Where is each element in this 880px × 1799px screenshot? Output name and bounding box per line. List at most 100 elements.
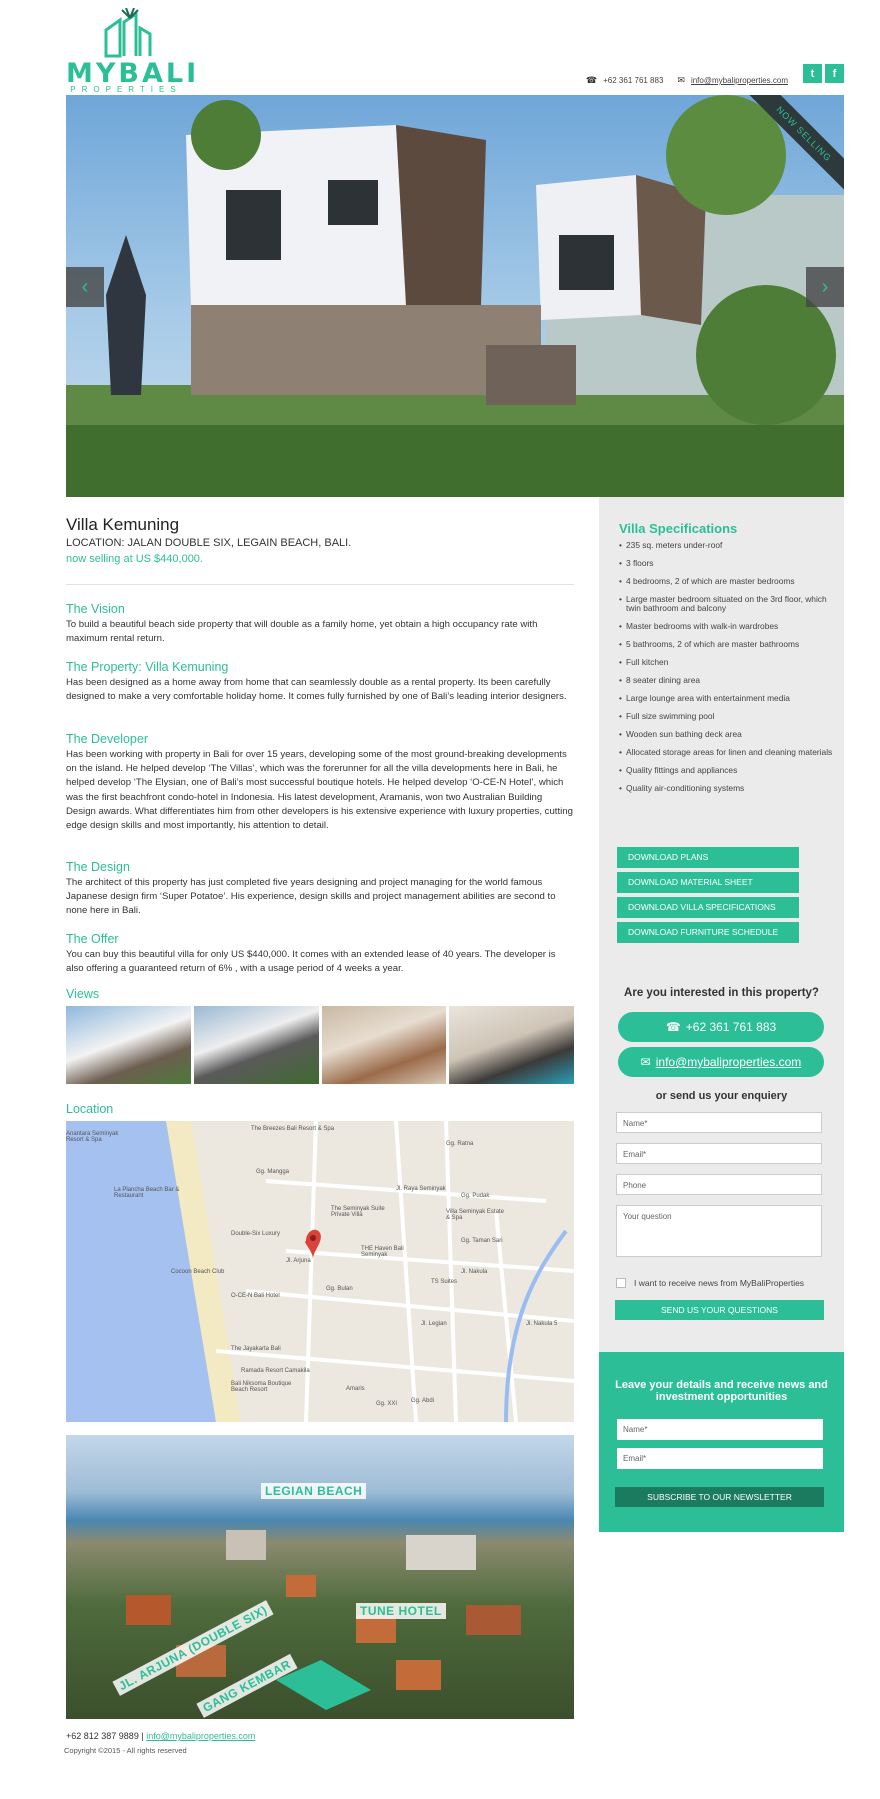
map-label: The Jayakarta Bali	[231, 1346, 281, 1352]
twitter-icon[interactable]: t	[803, 64, 822, 83]
footer-email-link[interactable]: info@mybaliproperties.com	[146, 1731, 255, 1741]
phone-icon: ☎	[665, 1020, 681, 1034]
map-label: Gg. XXI	[376, 1401, 398, 1407]
call-button[interactable]: ☎ +62 361 761 883	[618, 1012, 824, 1042]
footer-contact: +62 812 387 9889 | info@mybaliproperties…	[66, 1731, 255, 1741]
email-button[interactable]: ✉ info@mybaliproperties.com	[618, 1047, 824, 1077]
header-contact: ☎ +62 361 761 883 ✉ info@mybalipropertie…	[586, 75, 788, 86]
map-label: Gg. Pudak	[461, 1193, 490, 1199]
newsletter-checkbox[interactable]: I want to receive news from MyBaliProper…	[616, 1278, 804, 1288]
enquiry-question-field[interactable]: Your question	[616, 1205, 822, 1257]
map-label: Villa Seminyak Estate & Spa	[446, 1209, 504, 1221]
spec-item: Full kitchen	[619, 658, 834, 668]
spec-item: Quality fittings and appliances	[619, 766, 834, 776]
location-map[interactable]: The Breezes Bali Resort & Spa Anantara S…	[66, 1121, 574, 1422]
spec-item: Wooden sun bathing deck area	[619, 730, 834, 740]
slider-next-arrow-icon[interactable]: ›	[806, 267, 844, 307]
section-body-vision: To build a beautiful beach side property…	[66, 619, 538, 645]
property-price: now selling at US $440,000.	[66, 553, 203, 565]
social-links: t f	[803, 64, 844, 83]
villa-render-image	[66, 95, 844, 497]
view-thumbnail[interactable]	[321, 1006, 447, 1084]
section-body-property: Has been designed as a home away from ho…	[66, 677, 567, 703]
property-location: LOCATION: JALAN DOUBLE SIX, LEGAIN BEACH…	[66, 537, 352, 549]
spec-item: 8 seater dining area	[619, 676, 834, 686]
subscribe-button[interactable]: SUBSCRIBE TO OUR NEWSLETTER	[615, 1487, 824, 1507]
map-label: Amaris	[346, 1386, 365, 1392]
call-button-label: +62 361 761 883	[685, 1020, 777, 1034]
map-label: Gg. Mangga	[256, 1169, 290, 1175]
map-label: Jl. Legian	[421, 1321, 447, 1327]
newsletter-name-field[interactable]: Name*	[617, 1419, 823, 1440]
facebook-icon[interactable]: f	[825, 64, 844, 83]
map-label: TS Suites	[431, 1279, 458, 1285]
header-email-link[interactable]: info@mybaliproperties.com	[691, 76, 788, 85]
section-body-developer: Has been working with property in Bali f…	[66, 749, 573, 832]
section-heading-vision: The Vision	[66, 602, 125, 616]
enquiry-question: Are you interested in this property?	[624, 987, 819, 999]
email-button-label: info@mybaliproperties.com	[655, 1055, 802, 1069]
phone-icon: ☎	[585, 75, 598, 85]
enquiry-email-field[interactable]: Email*	[616, 1143, 822, 1164]
property-title: Villa Kemuning	[66, 515, 180, 534]
checkbox-box[interactable]	[616, 1278, 626, 1288]
footer-separator: |	[141, 1731, 144, 1741]
map-label: The Seminyak Suite Private Villa	[331, 1206, 385, 1218]
logo-mark-icon	[104, 8, 152, 58]
newsletter-panel: Leave your details and receive news and …	[599, 1352, 844, 1532]
spec-item: 4 bedrooms, 2 of which are master bedroo…	[619, 577, 834, 587]
header-phone[interactable]: +62 361 761 883	[603, 76, 663, 85]
newsletter-title: Leave your details and receive news and …	[615, 1379, 828, 1403]
views-heading: Views	[66, 987, 100, 1001]
spec-item: Large master bedroom situated on the 3rd…	[619, 595, 834, 613]
download-furniture-schedule-button[interactable]: DOWNLOAD FURNITURE SCHEDULE	[617, 922, 799, 943]
spec-item: Allocated storage areas for linen and cl…	[619, 748, 834, 758]
section-heading-offer: The Offer	[66, 932, 119, 946]
download-plans-button[interactable]: DOWNLOAD PLANS	[617, 847, 799, 868]
enquiry-subheading: or send us your enquiery	[655, 1090, 788, 1102]
envelope-icon: ✉	[677, 75, 685, 85]
download-material-sheet-button[interactable]: DOWNLOAD MATERIAL SHEET	[617, 872, 799, 893]
envelope-icon: ✉	[640, 1055, 651, 1069]
map-label: Double-Six Luxury	[231, 1231, 281, 1237]
map-label: Gg. Ratna	[446, 1141, 474, 1147]
map-label: Jl. Raya Seminyak	[396, 1186, 446, 1192]
specs-heading: Villa Specifications	[619, 521, 738, 536]
slider-prev-arrow-icon[interactable]: ‹	[66, 267, 104, 307]
footer-phone[interactable]: +62 812 387 9889	[66, 1731, 139, 1741]
spec-item: Large lounge area with entertainment med…	[619, 694, 834, 704]
logo[interactable]: MYBALI PROPERTIES	[66, 8, 196, 94]
spec-item: 5 bathrooms, 2 of which are master bathr…	[619, 640, 834, 650]
map-label: THE Haven Bali Seminyak	[361, 1246, 404, 1258]
section-heading-design: The Design	[66, 860, 130, 874]
map-label: Jl. Arjuna	[286, 1258, 311, 1264]
map-label: Cocoon Beach Club	[171, 1269, 225, 1275]
download-villa-specifications-button[interactable]: DOWNLOAD VILLA SPECIFICATIONS	[617, 897, 799, 918]
spec-item: Master bedrooms with walk-in wardrobes	[619, 622, 834, 632]
view-thumbnail[interactable]	[193, 1006, 319, 1084]
send-questions-button[interactable]: SEND US YOUR QUESTIONS	[615, 1300, 824, 1320]
map-label: La Plancha Beach Bar & Restaurant	[114, 1187, 180, 1199]
hero-slider: NOW SELLING ‹ ›	[66, 95, 844, 497]
map-label: Anantara Seminyak Resort & Spa	[66, 1131, 119, 1143]
map-label: O-CE-N Bali Hotel	[231, 1293, 280, 1299]
enquiry-name-field[interactable]: Name*	[616, 1112, 822, 1133]
copyright: Copyright ©2015 - All rights reserved	[64, 1746, 187, 1755]
specs-list: 235 sq. meters under-roof 3 floors 4 bed…	[619, 541, 834, 802]
section-heading-property: The Property: Villa Kemuning	[66, 660, 229, 674]
checkbox-label: I want to receive news from MyBaliProper…	[634, 1278, 805, 1288]
enquiry-phone-field[interactable]: Phone	[616, 1174, 822, 1195]
spec-item: Full size swimming pool	[619, 712, 834, 722]
map-label: The Breezes Bali Resort & Spa	[251, 1126, 335, 1132]
map-label: Gg. Abdi	[411, 1398, 435, 1404]
views-gallery	[66, 1006, 574, 1084]
map-label: Gg. Taman Sari	[461, 1238, 503, 1244]
newsletter-email-field[interactable]: Email*	[617, 1448, 823, 1469]
location-heading: Location	[66, 1102, 114, 1116]
map-label: Gg. Bulan	[326, 1286, 353, 1292]
aerial-label-beach: LEGIAN BEACH	[261, 1483, 367, 1499]
view-thumbnail[interactable]	[66, 1006, 191, 1084]
section-body-offer: You can buy this beautiful villa for onl…	[66, 949, 556, 975]
view-thumbnail[interactable]	[449, 1006, 574, 1084]
map-label: Jl. Nakula	[461, 1269, 488, 1275]
